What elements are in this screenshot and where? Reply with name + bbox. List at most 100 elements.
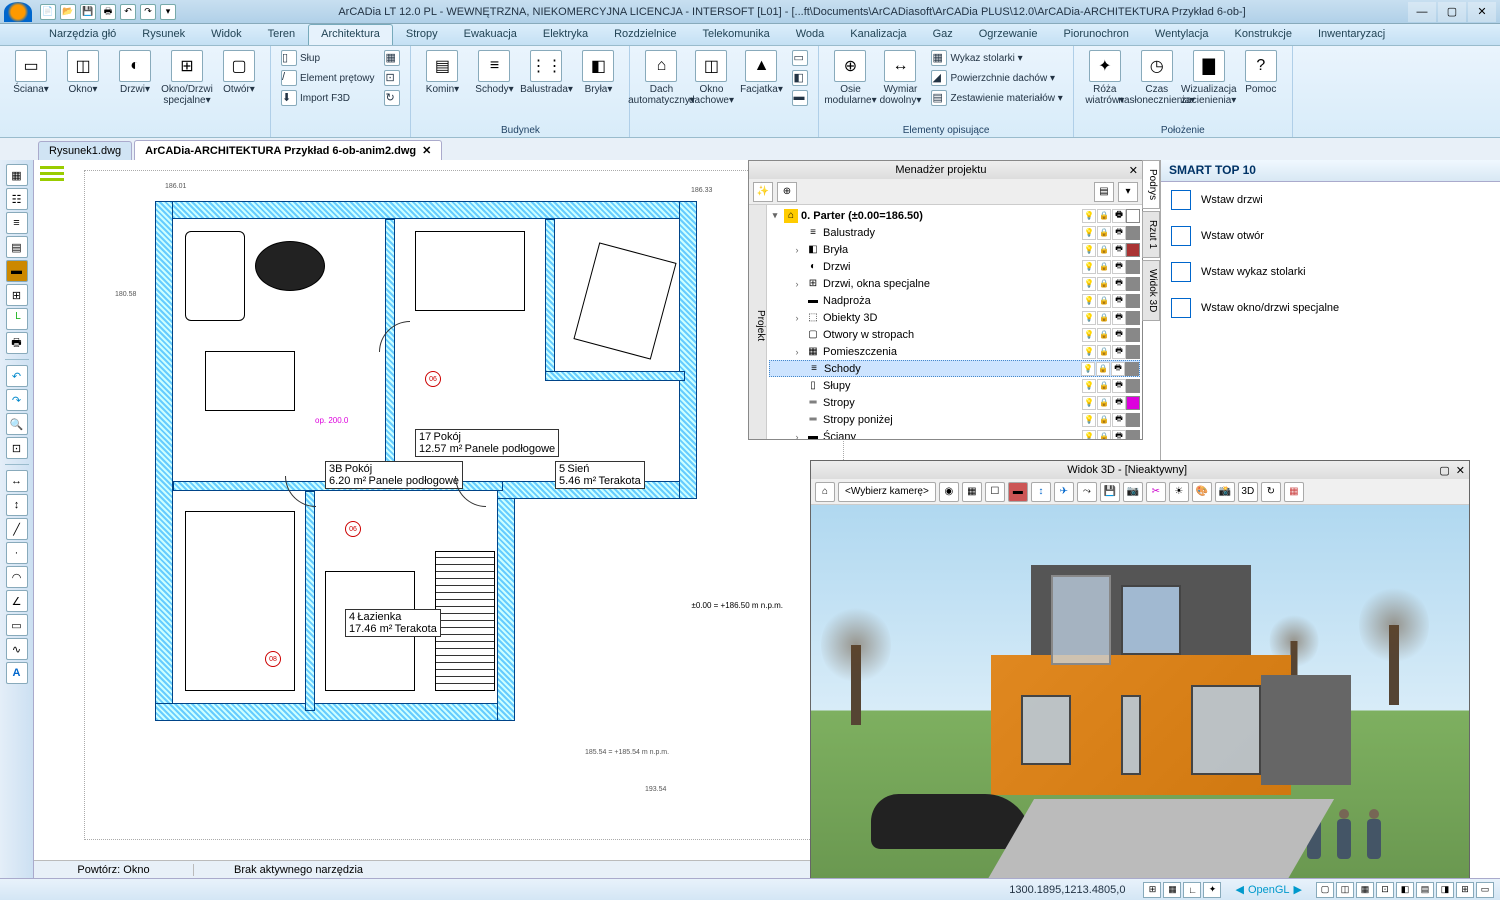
rbtn-oknodachowe[interactable]: ◫Okno dachowe▾ xyxy=(686,48,736,108)
print-icon[interactable]: 🖶 xyxy=(1112,396,1126,410)
sb-t5-icon[interactable]: ◧ xyxy=(1396,882,1414,898)
sb-t1-icon[interactable]: ▢ xyxy=(1316,882,1334,898)
lt-grid-icon[interactable]: ▦ xyxy=(6,164,28,186)
pm-node[interactable]: ›▦Pomieszczenia💡🔒🖶 xyxy=(769,343,1140,360)
qat-open-icon[interactable]: 📂 xyxy=(60,4,76,20)
pm-node[interactable]: ▯Słupy💡🔒🖶 xyxy=(769,377,1140,394)
pm-node[interactable]: ›⬚Obiekty 3D💡🔒🖶 xyxy=(769,309,1140,326)
v3d-snap-icon[interactable]: 📸 xyxy=(1215,482,1235,502)
bulb-icon[interactable]: 💡 xyxy=(1082,294,1096,308)
lock-icon[interactable]: 🔒 xyxy=(1097,311,1111,325)
lt-rect-icon[interactable]: ▭ xyxy=(6,614,28,636)
minimize-button[interactable]: — xyxy=(1408,2,1436,22)
lt-arc-icon[interactable]: ◠ xyxy=(6,566,28,588)
rbtn-icon[interactable]: ↻ xyxy=(380,88,404,108)
rbtn-icon[interactable]: ▬ xyxy=(788,88,812,108)
bulb-icon[interactable]: 💡 xyxy=(1081,362,1095,376)
ribbon-tab-kanalizacja[interactable]: Kanalizacja xyxy=(837,24,919,45)
ribbon-tab-inwentaryzacj[interactable]: Inwentaryzacj xyxy=(1305,24,1398,45)
print-icon[interactable]: 🖶 xyxy=(1112,413,1126,427)
view3d-window[interactable]: Widok 3D - [Nieaktywny] ▢ ✕ ⌂ <Wybierz k… xyxy=(810,460,1470,880)
v3d-fly-icon[interactable]: ✈ xyxy=(1054,482,1074,502)
sb-t2-icon[interactable]: ◫ xyxy=(1336,882,1354,898)
smart-item[interactable]: Wstaw drzwi xyxy=(1161,182,1500,218)
rbtn-icon[interactable]: ▦ xyxy=(380,48,404,68)
lt-vdim-icon[interactable]: ↕ xyxy=(6,494,28,516)
bulb-icon[interactable]: 💡 xyxy=(1082,260,1096,274)
smart-item[interactable]: Wstaw wykaz stolarki xyxy=(1161,254,1500,290)
lt-redo-icon[interactable]: ↷ xyxy=(6,389,28,411)
ribbon-tab-woda[interactable]: Woda xyxy=(783,24,838,45)
v3d-render[interactable] xyxy=(811,505,1469,879)
bulb-icon[interactable]: 💡 xyxy=(1082,277,1096,291)
sb-ortho-icon[interactable]: ∟ xyxy=(1183,882,1201,898)
ribbon-tab-elektryka[interactable]: Elektryka xyxy=(530,24,601,45)
vtab-podrys[interactable]: Podrys xyxy=(1142,160,1160,209)
rbtn-oknodrzwispecjalne[interactable]: ⊞Okno/Drzwi specjalne▾ xyxy=(162,48,212,108)
ribbon-tab-rysunek[interactable]: Rysunek xyxy=(129,24,198,45)
sb-t7-icon[interactable]: ◨ xyxy=(1436,882,1454,898)
v3d-home-icon[interactable]: ⌂ xyxy=(815,482,835,502)
bulb-icon[interactable]: 💡 xyxy=(1082,379,1096,393)
ribbon-tab-rozdzielnice[interactable]: Rozdzielnice xyxy=(601,24,689,45)
qat-save-icon[interactable]: 💾 xyxy=(80,4,96,20)
rbtn-powierzchniedachw[interactable]: ◢Powierzchnie dachów ▾ xyxy=(927,68,1066,88)
lock-icon[interactable]: 🔒 xyxy=(1097,396,1111,410)
v3d-rot-icon[interactable]: ↻ xyxy=(1261,482,1281,502)
pm-node[interactable]: ›⊞Drzwi, okna specjalne💡🔒🖶 xyxy=(769,275,1140,292)
pm-tb-wand-icon[interactable]: ✨ xyxy=(753,182,773,202)
color-swatch[interactable] xyxy=(1126,379,1140,393)
ribbon-tab-telekomunika[interactable]: Telekomunika xyxy=(689,24,782,45)
sb-polar-icon[interactable]: ✦ xyxy=(1203,882,1221,898)
color-swatch[interactable] xyxy=(1126,311,1140,325)
print-icon[interactable]: 🖶 xyxy=(1111,362,1125,376)
print-icon[interactable]: 🖶 xyxy=(1112,260,1126,274)
rbtn-wykazstolarki[interactable]: ▦Wykaz stolarki ▾ xyxy=(927,48,1066,68)
v3d-render-icon[interactable]: 🎨 xyxy=(1192,482,1212,502)
bulb-icon[interactable]: 💡 xyxy=(1082,413,1096,427)
pm-tb-filter-icon[interactable]: ▤ xyxy=(1094,182,1114,202)
bulb-icon[interactable]: 💡 xyxy=(1082,311,1096,325)
color-swatch[interactable] xyxy=(1126,294,1140,308)
sb-t6-icon[interactable]: ▤ xyxy=(1416,882,1434,898)
lock-icon[interactable]: 🔒 xyxy=(1096,362,1110,376)
rbtn-wizualizacjazacienienia[interactable]: ▇Wizualizacja zacienienia▾ xyxy=(1184,48,1234,108)
lt-row-icon[interactable]: ▬ xyxy=(6,260,28,282)
rbtn-icon[interactable]: ⊡ xyxy=(380,68,404,88)
app-logo[interactable] xyxy=(4,2,32,22)
rbtn-dachautomatyczny[interactable]: ⌂Dach automatyczny▾ xyxy=(636,48,686,108)
pm-sidetab-projekt[interactable]: Projekt xyxy=(749,205,767,439)
pm-node[interactable]: ═Stropy💡🔒🖶 xyxy=(769,394,1140,411)
lock-icon[interactable]: 🔒 xyxy=(1097,277,1111,291)
bulb-icon[interactable]: 💡 xyxy=(1082,243,1096,257)
doc-tab[interactable]: Rysunek1.dwg xyxy=(38,141,132,160)
close-button[interactable]: ✕ xyxy=(1468,2,1496,22)
lt-axis-icon[interactable]: └ xyxy=(6,308,28,330)
sb-t4-icon[interactable]: ⊡ xyxy=(1376,882,1394,898)
lock-icon[interactable]: 🔒 xyxy=(1097,379,1111,393)
lt-curve-icon[interactable]: ∿ xyxy=(6,638,28,660)
rbtn-czasnasonecznienia[interactable]: ◷Czas nasłonecznienia▾ xyxy=(1132,48,1182,108)
bulb-icon[interactable]: 💡 xyxy=(1082,328,1096,342)
lock-icon[interactable]: 🔒 xyxy=(1097,294,1111,308)
lt-text-icon[interactable]: A xyxy=(6,662,28,684)
smart-item[interactable]: Wstaw okno/drzwi specjalne xyxy=(1161,290,1500,326)
doc-tab[interactable]: ArCADia-ARCHITEKTURA Przykład 6-ob-anim2… xyxy=(134,140,442,160)
v3d-sun-icon[interactable]: ☀ xyxy=(1169,482,1189,502)
ribbon-tab-piorunochron[interactable]: Piorunochron xyxy=(1050,24,1141,45)
ribbon-tab-stropy[interactable]: Stropy xyxy=(393,24,451,45)
pm-node[interactable]: ▬Nadproża💡🔒🖶 xyxy=(769,292,1140,309)
v3d-cam-icon[interactable]: 📷 xyxy=(1123,482,1143,502)
v3d-ortho-icon[interactable]: ▦ xyxy=(962,482,982,502)
floorplan[interactable]: 06 06 08 04 op. 200.0 3B Pokój6.20 m² Pa… xyxy=(84,170,844,840)
rbtn-osiemodularne[interactable]: ⊕Osie modularne▾ xyxy=(825,48,875,108)
lock-icon[interactable]: 🔒 xyxy=(1097,413,1111,427)
v3d-nav-icon[interactable]: ↕ xyxy=(1031,482,1051,502)
v3d-close-icon[interactable]: ✕ xyxy=(1456,464,1465,477)
lt-panel-icon[interactable]: ▤ xyxy=(6,236,28,258)
pm-node[interactable]: ›▬Ściany💡🔒🖶 xyxy=(769,428,1140,439)
status-opengl[interactable]: ◀ OpenGL ▶ xyxy=(1227,883,1310,896)
sb-t9-icon[interactable]: ▭ xyxy=(1476,882,1494,898)
ribbon-tab-ewakuacja[interactable]: Ewakuacja xyxy=(451,24,530,45)
bulb-icon[interactable]: 💡 xyxy=(1082,396,1096,410)
